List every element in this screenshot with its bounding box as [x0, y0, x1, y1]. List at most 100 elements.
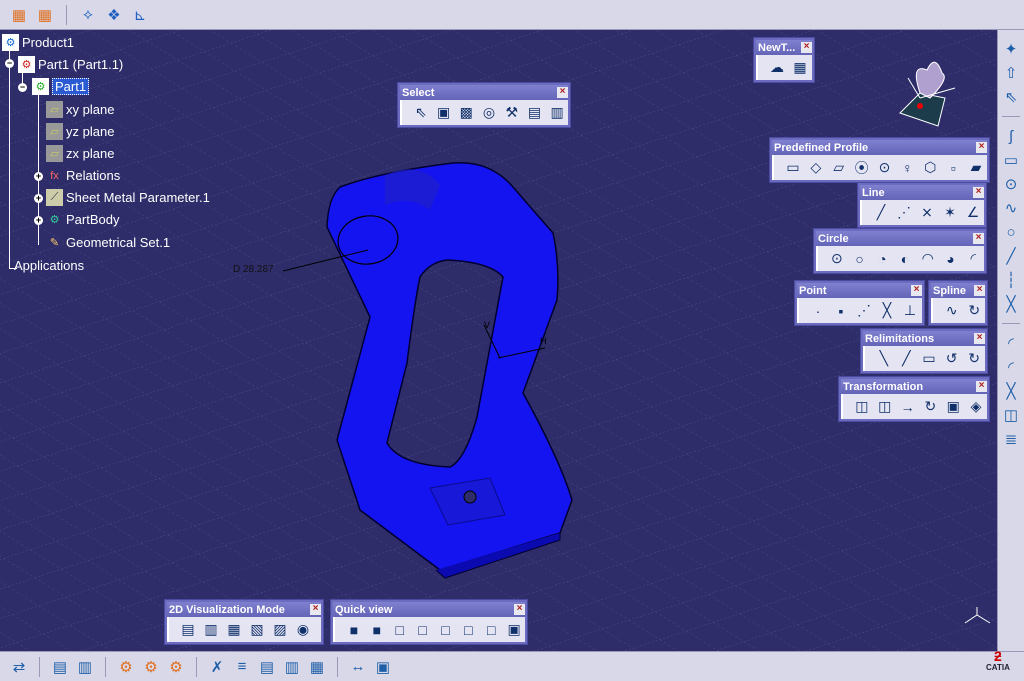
tree-node-zx-plane[interactable]: ▱ zx plane	[46, 145, 114, 162]
newt-tool-icon[interactable]: ▦	[789, 57, 811, 79]
bottom-tool-icon[interactable]: ▣	[372, 656, 394, 678]
toolbar-title-bar[interactable]: 2D Visualization Mode ×	[167, 602, 321, 617]
sketch-tool-icon[interactable]: ≣	[1000, 428, 1022, 450]
predefined_profile-tool-icon[interactable]: ▱	[828, 157, 850, 179]
predefined_profile-tool-icon[interactable]: ♀	[896, 157, 918, 179]
sketch-tool-icon[interactable]: ⊙	[1000, 173, 1022, 195]
circle-tool-icon[interactable]: ◐	[894, 248, 916, 270]
sketch-tool-icon[interactable]: ◜	[1000, 332, 1022, 354]
quickview-tool-icon[interactable]: □	[389, 619, 411, 641]
predefined_profile-tool-icon[interactable]: ▫	[942, 157, 964, 179]
point-tool-icon[interactable]: ⋰	[853, 300, 875, 322]
construction-element-icon[interactable]: ⟡	[77, 4, 99, 26]
select-tool-icon[interactable]: ▥	[546, 102, 568, 124]
predefined_profile-tool-icon[interactable]: ⦿	[851, 157, 873, 179]
bottom-tool-icon[interactable]: ✗	[206, 656, 228, 678]
bottom-tool-icon[interactable]: ▤	[49, 656, 71, 678]
tree-node-partbody[interactable]: ⚙ PartBody	[46, 211, 120, 228]
quickview-tool-icon[interactable]: ▣	[503, 619, 525, 641]
viz2d-tool-icon[interactable]: ▨	[269, 619, 291, 641]
quickview-tool-icon[interactable]: □	[457, 619, 479, 641]
bottom-tool-icon[interactable]: ⚙	[165, 656, 187, 678]
select-tool-icon[interactable]: ⇖	[410, 102, 432, 124]
snap-to-point-icon[interactable]: ▦	[34, 4, 56, 26]
circle-tool-icon[interactable]: ○	[849, 248, 871, 270]
toolbar-title-bar[interactable]: NewT... ×	[756, 40, 812, 55]
bottom-tool-icon[interactable]: ⇄	[8, 656, 30, 678]
bottom-tool-icon[interactable]: ↔	[347, 656, 369, 678]
toolbar-title-bar[interactable]: Spline ×	[931, 283, 985, 298]
point-tool-icon[interactable]: ⊥	[899, 300, 921, 322]
sketch-tool-icon[interactable]: ╳	[1000, 380, 1022, 402]
line-tool-icon[interactable]: ╱	[870, 202, 892, 224]
bottom-tool-icon[interactable]: ⚙	[115, 656, 137, 678]
tree-node-product[interactable]: ⚙ Product1	[2, 34, 74, 51]
sketch-tool-icon[interactable]: ▭	[1000, 149, 1022, 171]
close-icon[interactable]: ×	[801, 42, 812, 53]
predefined_profile-tool-icon[interactable]: ⊙	[874, 157, 896, 179]
tree-node-xy-plane[interactable]: ▱ xy plane	[46, 101, 114, 118]
newt-tool-icon[interactable]: ☁	[766, 57, 788, 79]
select-tool-icon[interactable]: ◎	[478, 102, 500, 124]
predefined_profile-tool-icon[interactable]: ⬡	[919, 157, 941, 179]
toolbar-title-bar[interactable]: Circle ×	[816, 231, 984, 246]
predefined_profile-tool-icon[interactable]: ▭	[782, 157, 804, 179]
circle-tool-icon[interactable]: ◔	[871, 248, 893, 270]
sketch-tool-icon[interactable]: ╱	[1000, 245, 1022, 267]
bottom-tool-icon[interactable]: ▦	[306, 656, 328, 678]
sketch-tool-icon[interactable]: ╳	[1000, 293, 1022, 315]
toolbar-title-bar[interactable]: Point ×	[797, 283, 922, 298]
bottom-tool-icon[interactable]: ▥	[281, 656, 303, 678]
relimitations-tool-icon[interactable]: ↺	[941, 348, 963, 370]
viz2d-tool-icon[interactable]: ▦	[223, 619, 245, 641]
point-tool-icon[interactable]: ╳	[876, 300, 898, 322]
sketch-tool-icon[interactable]: ◫	[1000, 404, 1022, 426]
tree-node-part[interactable]: ⚙ Part1	[32, 78, 90, 95]
close-icon[interactable]: ×	[974, 333, 985, 344]
toolbar-title-bar[interactable]: Transformation ×	[841, 379, 987, 394]
tree-node-relations[interactable]: fx Relations	[46, 167, 120, 184]
viz2d-tool-icon[interactable]: ▤	[177, 619, 199, 641]
line-tool-icon[interactable]: ∠	[962, 202, 984, 224]
predefined_profile-tool-icon[interactable]: ◇	[805, 157, 827, 179]
transformation-tool-icon[interactable]: →	[897, 396, 919, 418]
close-icon[interactable]: ×	[310, 604, 321, 615]
relimitations-tool-icon[interactable]: ▭	[918, 348, 940, 370]
dimensional-constraints-icon[interactable]: ⊾	[129, 4, 151, 26]
point-tool-icon[interactable]: ▪	[830, 300, 852, 322]
line-tool-icon[interactable]: ⋰	[893, 202, 915, 224]
quickview-tool-icon[interactable]: □	[412, 619, 434, 641]
predefined_profile-tool-icon[interactable]: ▰	[965, 157, 987, 179]
sketch-tool-icon[interactable]: ∿	[1000, 197, 1022, 219]
grid-icon[interactable]: ▦	[8, 4, 30, 26]
relimitations-tool-icon[interactable]: ↻	[963, 348, 985, 370]
circle-tool-icon[interactable]: ⊙	[826, 248, 848, 270]
spline-tool-icon[interactable]: ↻	[964, 300, 986, 322]
toolbar-title-bar[interactable]: Relimitations ×	[863, 331, 985, 346]
spline-tool-icon[interactable]: ∿	[941, 300, 963, 322]
close-icon[interactable]: ×	[911, 285, 922, 296]
geometrical-constraints-icon[interactable]: ❖	[103, 4, 125, 26]
bottom-tool-icon[interactable]: ≡	[231, 656, 253, 678]
line-tool-icon[interactable]: ✶	[939, 202, 961, 224]
close-icon[interactable]: ×	[974, 285, 985, 296]
compass-icon[interactable]	[890, 48, 970, 128]
transformation-tool-icon[interactable]: ▣	[942, 396, 964, 418]
close-icon[interactable]: ×	[976, 142, 987, 153]
transformation-tool-icon[interactable]: ◈	[965, 396, 987, 418]
relimitations-tool-icon[interactable]: ╱	[896, 348, 918, 370]
toolbar-title-bar[interactable]: Line ×	[860, 185, 984, 200]
circle-tool-icon[interactable]: ◠	[917, 248, 939, 270]
close-icon[interactable]: ×	[976, 381, 987, 392]
toolbar-title-bar[interactable]: Quick view ×	[333, 602, 525, 617]
close-icon[interactable]: ×	[973, 187, 984, 198]
toolbar-title-bar[interactable]: Predefined Profile ×	[772, 140, 987, 155]
close-icon[interactable]: ×	[973, 233, 984, 244]
close-icon[interactable]: ×	[514, 604, 525, 615]
viz2d-tool-icon[interactable]: ▥	[200, 619, 222, 641]
tree-node-sheet-metal-parameter[interactable]: ⟋ Sheet Metal Parameter.1	[46, 189, 210, 206]
tree-node-geometrical-set[interactable]: ✎ Geometrical Set.1	[46, 234, 170, 251]
sketch-tool-icon[interactable]: ┆	[1000, 269, 1022, 291]
sketch-tool-icon[interactable]: ✦	[1000, 38, 1022, 60]
sketch-tool-icon[interactable]: ⇖	[1000, 86, 1022, 108]
